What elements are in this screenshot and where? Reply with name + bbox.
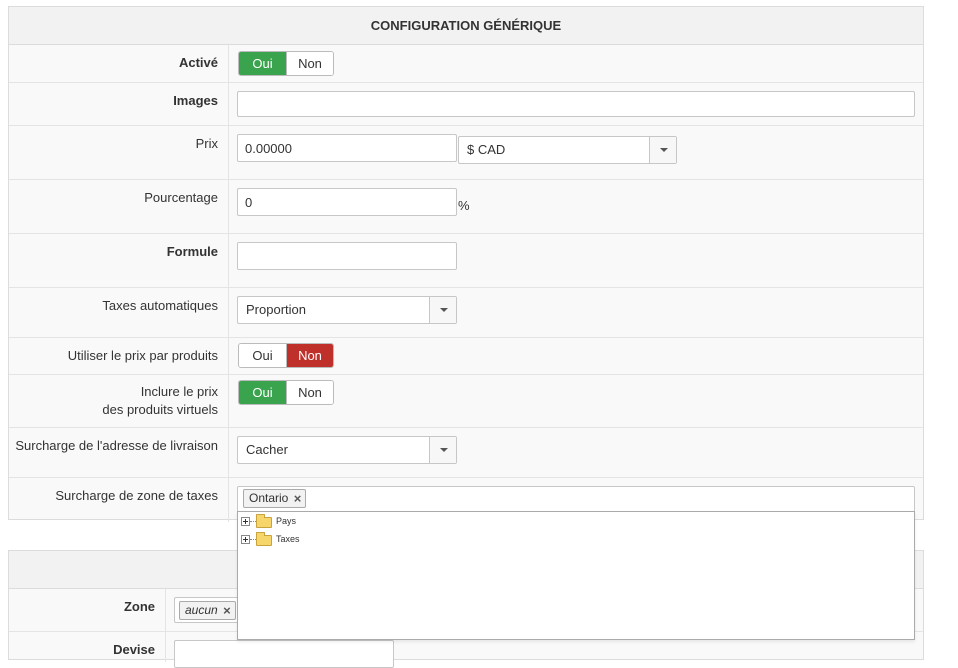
formula-label: Formule [9,234,229,287]
tree-item-label: Taxes [276,534,300,544]
chevron-down-icon [649,137,676,163]
active-toggle: Oui Non [238,51,334,76]
panel-title: CONFIGURATION GÉNÉRIQUE [9,7,923,45]
auto-taxes-select[interactable]: Proportion [237,296,457,324]
tax-zone-tag-label: Ontario [249,491,289,505]
row-use-product-price: Utiliser le prix par produits Oui Non [9,338,923,375]
tax-zone-input[interactable]: Ontario × [237,486,915,513]
zone-label: Zone [9,589,166,631]
shipping-override-field: Cacher [237,428,923,477]
auto-taxes-field: Proportion [237,288,923,337]
percentage-label: Pourcentage [9,180,229,233]
generic-config-panel: CONFIGURATION GÉNÉRIQUE Activé Oui Non I… [8,6,924,522]
formula-input[interactable] [237,242,457,270]
active-label: Activé [9,45,229,82]
row-auto-taxes: Taxes automatiques Proportion [9,288,923,338]
images-input[interactable] [237,91,915,117]
price-input[interactable] [237,134,457,162]
shipping-override-select-value: Cacher [246,442,288,457]
row-percentage: Pourcentage % [9,180,923,234]
expand-icon[interactable] [241,535,250,544]
zone-tag: aucun × [179,601,236,620]
percentage-input[interactable] [237,188,457,216]
row-active: Activé Oui Non [9,45,923,83]
shipping-override-select[interactable]: Cacher [237,436,457,464]
price-label: Prix [9,126,229,179]
row-include-virtual: Inclure le prix des produits virtuels Ou… [9,375,923,428]
row-images: Images [9,83,923,126]
include-virtual-label-line2: des produits virtuels [102,402,218,417]
chevron-down-icon [429,437,456,463]
folder-icon [256,514,272,528]
currency-input[interactable] [174,640,394,668]
tax-zone-tag: Ontario × [243,489,307,508]
row-price: Prix $ CAD [9,126,923,180]
include-virtual-label: Inclure le prix des produits virtuels [9,375,229,427]
currency-select-value: $ CAD [467,142,506,157]
shipping-override-label: Surcharge de l'adresse de livraison [9,428,229,477]
folder-icon [256,532,272,546]
row-formula: Formule [9,234,923,288]
use-product-price-field: Oui Non [237,338,923,374]
auto-taxes-select-value: Proportion [246,302,306,317]
include-virtual-yes-button[interactable]: Oui [239,381,286,404]
auto-taxes-label: Taxes automatiques [9,288,229,337]
formula-field [237,234,923,287]
include-virtual-field: Oui Non [237,375,923,427]
percentage-field: % [237,180,923,233]
expand-icon[interactable] [241,517,250,526]
use-product-price-toggle: Oui Non [238,343,334,368]
currency-label: Devise [9,632,166,662]
zone-tag-label: aucun [185,603,218,617]
active-yes-button[interactable]: Oui [239,52,286,75]
active-field: Oui Non [237,45,923,82]
use-product-price-yes-button[interactable]: Oui [239,344,286,367]
currency-select[interactable]: $ CAD [458,136,677,164]
price-field: $ CAD [237,126,923,179]
images-field [237,83,923,125]
active-no-button[interactable]: Non [286,52,333,75]
chevron-down-icon [429,297,456,323]
use-product-price-no-button[interactable]: Non [286,344,333,367]
use-product-price-label: Utiliser le prix par produits [9,338,229,374]
tax-zone-tree-dropdown: Pays Taxes [237,511,915,640]
tax-zone-override-label: Surcharge de zone de taxes [9,478,229,522]
close-icon[interactable]: × [294,490,302,507]
include-virtual-toggle: Oui Non [238,380,334,405]
include-virtual-label-line1: Inclure le prix [140,384,218,399]
row-shipping-override: Surcharge de l'adresse de livraison Cach… [9,428,923,478]
tree-item-label: Pays [276,516,297,526]
percent-suffix: % [458,198,470,213]
images-label: Images [9,83,229,125]
close-icon[interactable]: × [223,602,231,619]
include-virtual-no-button[interactable]: Non [286,381,333,404]
